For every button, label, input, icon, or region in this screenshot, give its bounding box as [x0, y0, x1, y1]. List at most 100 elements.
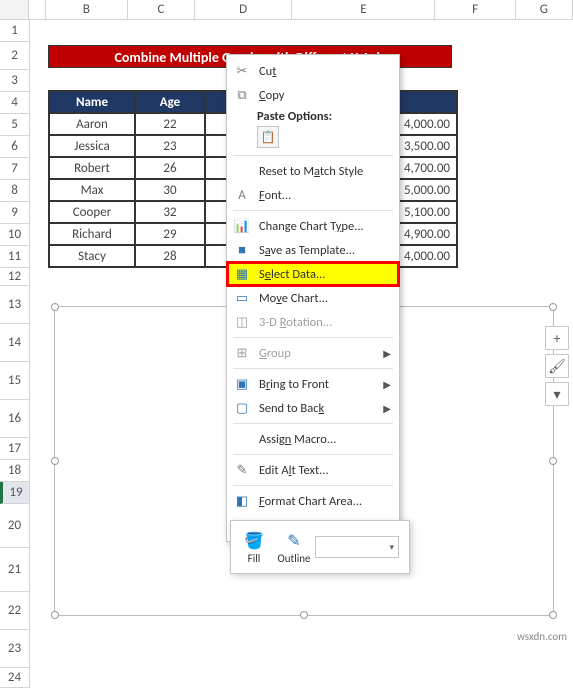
paste-options-header: Paste Options:: [227, 107, 399, 124]
format-icon: ◧: [233, 492, 251, 510]
row-23[interactable]: 23: [0, 630, 30, 668]
mini-toolbar: 🪣 Fill ✎ Outline ▾: [230, 520, 410, 574]
brush-icon: 🖌: [548, 358, 566, 375]
row-3[interactable]: 3: [0, 70, 30, 92]
template-icon: ■: [233, 241, 251, 259]
menu-group: ⊞ Group ▶: [227, 341, 399, 365]
col-E[interactable]: E: [292, 0, 435, 19]
col-D[interactable]: D: [195, 0, 292, 19]
menu-send-back[interactable]: ▢ Send to Back ▶: [227, 396, 399, 420]
column-headers: B C D E F G: [0, 0, 573, 20]
row-headers: 1 2 3 4 5 6 7 8 9 10 11 12 13 14 15 16 1…: [0, 20, 30, 688]
row-14[interactable]: 14: [0, 324, 30, 362]
row-4[interactable]: 4: [0, 92, 30, 114]
menu-separator: [233, 155, 393, 156]
row-15[interactable]: 15: [0, 362, 30, 400]
row-5[interactable]: 5: [0, 114, 30, 136]
row-6[interactable]: 6: [0, 136, 30, 158]
resize-handle[interactable]: [549, 303, 557, 311]
resize-handle[interactable]: [549, 457, 557, 465]
menu-cut[interactable]: ✂ Cut: [227, 59, 399, 83]
fill-label: Fill: [248, 552, 261, 565]
menu-separator: [233, 485, 393, 486]
chart-elements-button[interactable]: +: [545, 326, 569, 350]
row-24[interactable]: 24: [0, 668, 30, 688]
row-18[interactable]: 18: [0, 460, 30, 482]
select-data-icon: ▦: [233, 265, 251, 283]
row-10[interactable]: 10: [0, 224, 30, 246]
menu-separator: [233, 337, 393, 338]
context-menu: ✂ Cut ⧉ Copy Paste Options: 📋 Reset to M…: [226, 54, 400, 542]
resize-handle[interactable]: [300, 611, 308, 619]
watermark: wsxdn.com: [517, 630, 567, 643]
bring-front-icon: ▣: [233, 375, 251, 393]
outline-button[interactable]: ✎ Outline: [275, 523, 313, 571]
send-back-icon: ▢: [233, 399, 251, 417]
menu-separator: [233, 423, 393, 424]
th-name[interactable]: Name: [49, 91, 135, 113]
funnel-icon: ▾: [553, 386, 560, 403]
resize-handle[interactable]: [549, 611, 557, 619]
menu-3d-rotation: ◫ 3-D Rotation...: [227, 310, 399, 334]
resize-handle[interactable]: [51, 303, 59, 311]
col-C[interactable]: C: [128, 0, 195, 19]
paste-options-row: 📋: [227, 124, 399, 152]
submenu-arrow-icon: ▶: [383, 402, 391, 415]
row-7[interactable]: 7: [0, 158, 30, 180]
menu-reset-style[interactable]: Reset to Match Style: [227, 159, 399, 183]
row-2[interactable]: 2: [0, 42, 30, 70]
resize-handle[interactable]: [51, 457, 59, 465]
chart-filter-button[interactable]: ▾: [545, 382, 569, 406]
row-8[interactable]: 8: [0, 180, 30, 202]
chevron-down-icon: ▾: [389, 542, 394, 553]
paint-bucket-icon: 🪣: [243, 530, 265, 552]
menu-save-template[interactable]: ■ Save as Template...: [227, 238, 399, 262]
col-F[interactable]: F: [435, 0, 515, 19]
group-icon: ⊞: [233, 344, 251, 362]
menu-separator: [233, 368, 393, 369]
menu-separator: [233, 454, 393, 455]
th-age[interactable]: Age: [135, 91, 205, 113]
macro-icon: [233, 430, 251, 448]
menu-font[interactable]: A Font...: [227, 183, 399, 207]
row-12[interactable]: 12: [0, 268, 30, 286]
menu-format-chart-area[interactable]: ◧ Format Chart Area...: [227, 489, 399, 513]
menu-change-chart-type[interactable]: 📊 Change Chart Type...: [227, 214, 399, 238]
chart-side-buttons: + 🖌 ▾: [545, 326, 569, 406]
chart-type-icon: 📊: [233, 217, 251, 235]
row-19[interactable]: 19: [0, 482, 30, 504]
menu-move-chart[interactable]: ▭ Move Chart...: [227, 286, 399, 310]
resize-handle[interactable]: [51, 611, 59, 619]
menu-bring-front[interactable]: ▣ Bring to Front ▶: [227, 372, 399, 396]
fill-button[interactable]: 🪣 Fill: [235, 523, 273, 571]
row-17[interactable]: 17: [0, 438, 30, 460]
row-21[interactable]: 21: [0, 548, 30, 592]
row-22[interactable]: 22: [0, 592, 30, 630]
clipboard-icon: 📋: [261, 130, 276, 145]
menu-assign-macro[interactable]: Assign Macro...: [227, 427, 399, 451]
copy-icon: ⧉: [233, 86, 251, 104]
move-chart-icon: ▭: [233, 289, 251, 307]
col-B[interactable]: B: [46, 0, 128, 19]
chart-styles-button[interactable]: 🖌: [545, 354, 569, 378]
menu-select-data[interactable]: ▦ Select Data...: [227, 262, 399, 286]
scissors-icon: ✂: [233, 62, 251, 80]
paste-option-button[interactable]: 📋: [257, 126, 279, 148]
row-9[interactable]: 9: [0, 202, 30, 224]
submenu-arrow-icon: ▶: [383, 378, 391, 391]
select-all-corner[interactable]: [0, 0, 29, 19]
plus-icon: +: [554, 330, 561, 347]
style-combo[interactable]: ▾: [315, 536, 399, 558]
row-13[interactable]: 13: [0, 286, 30, 324]
submenu-arrow-icon: ▶: [383, 347, 391, 360]
row-11[interactable]: 11: [0, 246, 30, 268]
row-16[interactable]: 16: [0, 400, 30, 438]
menu-copy[interactable]: ⧉ Copy: [227, 83, 399, 107]
col-G[interactable]: G: [516, 0, 573, 19]
pen-icon: ✎: [283, 530, 305, 552]
reset-icon: [233, 162, 251, 180]
row-20[interactable]: 20: [0, 504, 30, 548]
menu-alt-text[interactable]: ✎ Edit Alt Text...: [227, 458, 399, 482]
row-1[interactable]: 1: [0, 20, 30, 42]
font-icon: A: [233, 186, 251, 204]
